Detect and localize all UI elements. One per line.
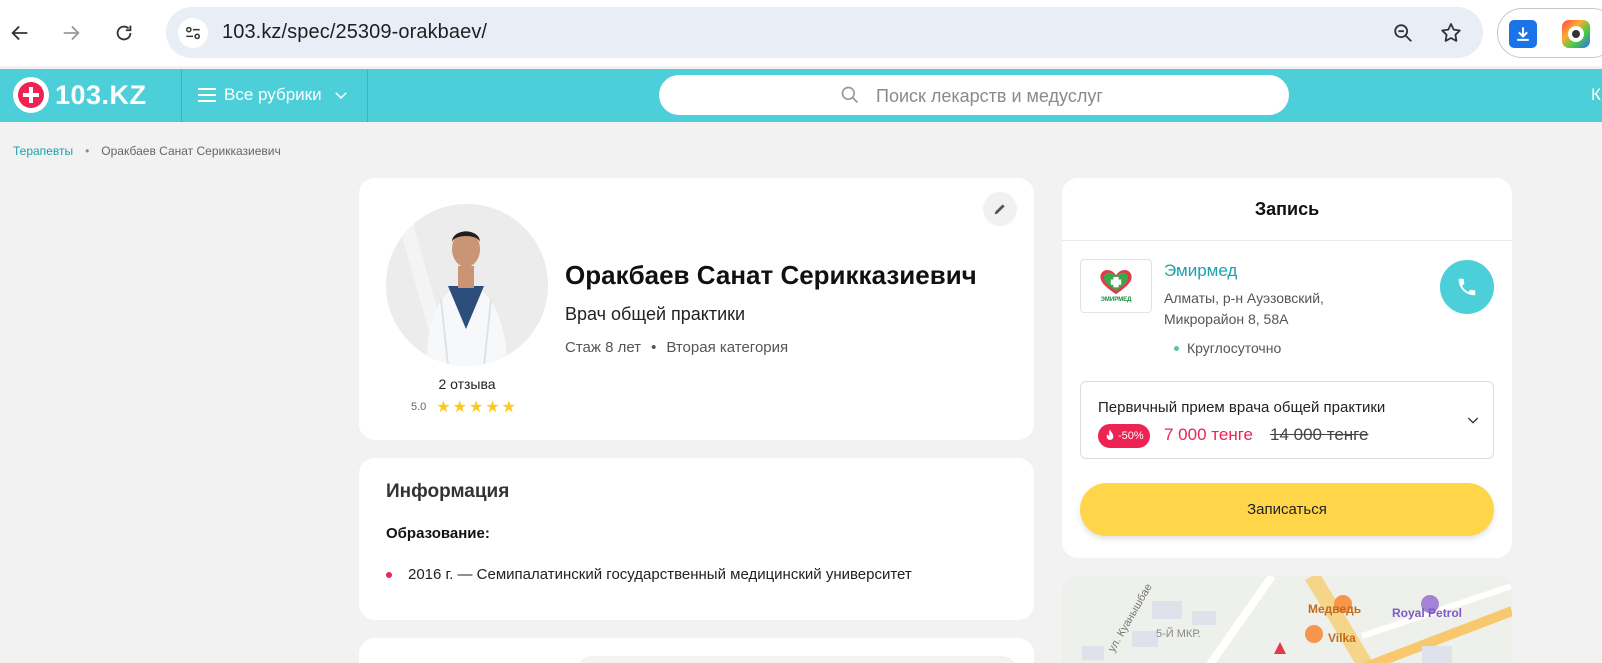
color-extension-icon[interactable] bbox=[1562, 20, 1590, 48]
reviews-count[interactable]: 2 отзыва bbox=[359, 376, 575, 392]
education-text: 2016 г. — Семипалатинский государственны… bbox=[408, 566, 912, 583]
forward-button[interactable] bbox=[54, 16, 88, 50]
working-hours: Круглосуточно bbox=[1174, 340, 1281, 356]
breadcrumb-separator: • bbox=[85, 144, 90, 158]
site-header: 103.KZ Все рубрики Поиск лекарств и меду… bbox=[0, 69, 1602, 122]
book-appointment-button[interactable]: Записаться bbox=[1080, 483, 1494, 536]
browser-toolbar: 103.kz/spec/25309-orakbaev/ bbox=[0, 0, 1602, 66]
booking-title: Запись bbox=[1254, 199, 1320, 219]
breadcrumb-current: Оракбаев Санат Серикказиевич bbox=[101, 144, 281, 158]
service-select[interactable]: Первичный прием врача общей практики -50… bbox=[1080, 381, 1494, 459]
doctor-profile-card: 2 отзыва 5.0 ★★★★★ Оракбаев Санат Серикк… bbox=[359, 178, 1034, 440]
search-placeholder: Поиск лекарств и медуслуг bbox=[876, 86, 1103, 106]
address-bar[interactable]: 103.kz/spec/25309-orakbaev/ bbox=[166, 7, 1483, 58]
information-title: Информация bbox=[386, 481, 510, 502]
breadcrumb: Терапевты • Оракбаев Санат Серикказиевич bbox=[13, 144, 281, 158]
divider bbox=[1062, 240, 1512, 241]
all-rubrics-menu[interactable]: Все рубрики bbox=[198, 85, 350, 105]
hours-text: Круглосуточно bbox=[1187, 340, 1282, 356]
arrow-right-icon bbox=[63, 25, 80, 41]
arrow-left-icon bbox=[11, 25, 28, 41]
booking-card: Запись ЭМИРМЕД Эмирмед Алматы, р-н Ауэзо… bbox=[1062, 178, 1512, 558]
pencil-icon bbox=[994, 204, 1005, 215]
discount-badge: -50% bbox=[1098, 424, 1150, 448]
doctor-meta: Стаж 8 лет • Вторая категория bbox=[565, 339, 788, 356]
information-card: Информация Образование: 2016 г. — Семипа… bbox=[359, 458, 1034, 620]
zoom-icon[interactable] bbox=[1390, 20, 1416, 46]
clinic-logo[interactable]: ЭМИРМЕД bbox=[1080, 259, 1152, 313]
url-text[interactable]: 103.kz/spec/25309-orakbaev/ bbox=[222, 21, 487, 44]
next-section-card bbox=[359, 638, 1034, 663]
download-extension-icon[interactable] bbox=[1509, 20, 1537, 48]
education-label: Образование: bbox=[386, 525, 490, 542]
map-label-poi: Vilka bbox=[1328, 631, 1356, 645]
rating-value: 5.0 bbox=[411, 401, 427, 413]
extensions-area bbox=[1497, 8, 1602, 58]
menu-icon bbox=[198, 88, 216, 102]
map-label-district: 5-Й МКР. bbox=[1156, 628, 1201, 640]
doctor-experience: Стаж 8 лет bbox=[565, 339, 642, 356]
clinic-address: Алматы, р-н Ауэзовский, Микрорайон 8, 58… bbox=[1164, 290, 1324, 327]
reload-icon bbox=[116, 25, 132, 41]
edit-button[interactable] bbox=[983, 192, 1017, 226]
bullet-icon bbox=[386, 571, 392, 578]
map-label-poi: Медведь bbox=[1308, 602, 1362, 616]
header-divider bbox=[367, 69, 368, 122]
back-button[interactable] bbox=[3, 16, 37, 50]
price-discounted: 7 000 тенге bbox=[1164, 425, 1253, 444]
doctor-photo bbox=[386, 204, 548, 366]
rubrics-label: Все рубрики bbox=[224, 85, 322, 104]
site-logo[interactable]: 103.KZ bbox=[13, 77, 147, 113]
map-label-poi: Royal Petrol bbox=[1392, 606, 1463, 620]
chevron-down-icon bbox=[1467, 417, 1479, 424]
fire-icon bbox=[1106, 429, 1114, 440]
header-divider bbox=[181, 69, 182, 122]
doctor-category: Вторая категория bbox=[666, 339, 789, 356]
rating: 5.0 ★★★★★ bbox=[411, 397, 518, 417]
bookmark-star-icon[interactable] bbox=[1438, 20, 1464, 46]
discount-value: -50% bbox=[1118, 430, 1144, 442]
cross-logo-icon bbox=[13, 77, 49, 113]
reload-button[interactable] bbox=[107, 16, 141, 50]
next-section-control[interactable] bbox=[577, 656, 1017, 663]
clinic-logo-text: ЭМИРМЕД bbox=[1100, 296, 1132, 303]
phone-icon bbox=[1458, 278, 1476, 296]
status-dot-icon bbox=[1174, 345, 1179, 351]
search-icon bbox=[841, 86, 859, 104]
search-input[interactable]: Поиск лекарств и медуслуг bbox=[659, 75, 1289, 115]
clinic-name-link[interactable]: Эмирмед bbox=[1164, 261, 1237, 281]
breadcrumb-link-therapists[interactable]: Терапевты bbox=[13, 144, 73, 158]
logo-text: 103.KZ bbox=[55, 79, 147, 110]
heart-logo-icon bbox=[1100, 269, 1132, 294]
doctor-name: Оракбаев Санат Серикказиевич bbox=[565, 260, 977, 290]
call-button[interactable] bbox=[1440, 260, 1494, 314]
education-item: 2016 г. — Семипалатинский государственны… bbox=[386, 566, 912, 583]
header-right-item[interactable]: К bbox=[1591, 85, 1601, 105]
meta-separator: • bbox=[651, 339, 657, 356]
service-name: Первичный прием врача общей практики bbox=[1098, 399, 1386, 416]
chevron-down-icon bbox=[334, 92, 347, 100]
site-info-icon[interactable] bbox=[178, 18, 208, 48]
doctor-specialty: Врач общей практики bbox=[565, 304, 746, 324]
rating-stars-icon: ★★★★★ bbox=[436, 399, 519, 416]
price-original: 14 000 тенге bbox=[1270, 425, 1369, 444]
map[interactable]: ул. Куанышбае Медведь Royal Petrol 5-Й М… bbox=[1062, 576, 1512, 663]
